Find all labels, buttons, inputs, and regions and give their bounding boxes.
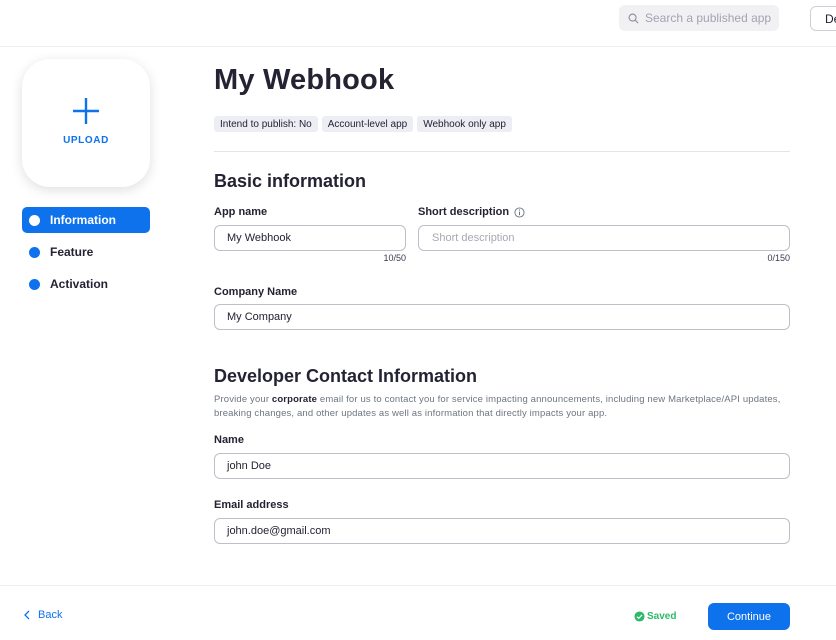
app-name-input[interactable]: My Webhook (214, 225, 406, 251)
tag-publish-intent: Intend to publish: No (214, 116, 318, 132)
app-name-label: App name (214, 206, 267, 218)
footer-divider (0, 585, 836, 586)
saved-status: Saved (634, 611, 676, 622)
company-name-label: Company Name (214, 286, 297, 298)
sidebar-item-feature[interactable]: Feature (22, 239, 150, 265)
developer-button[interactable]: De (810, 6, 836, 31)
info-icon[interactable] (514, 206, 525, 218)
sidebar-item-information[interactable]: Information (22, 207, 150, 233)
step-dot-icon (29, 246, 40, 258)
app-tags: Intend to publish: No Account-level app … (214, 116, 512, 132)
tag-account-level: Account-level app (321, 116, 414, 132)
tag-webhook-only: Webhook only app (417, 116, 512, 132)
short-description-label-text: Short description (418, 206, 510, 218)
basic-info-heading: Basic information (214, 171, 367, 191)
contact-name-input[interactable]: john Doe (214, 453, 790, 479)
sidebar-item-activation[interactable]: Activation (22, 271, 150, 297)
step-dot-icon (29, 278, 40, 290)
upload-label: UPLOAD (63, 134, 109, 146)
header-divider (214, 151, 790, 152)
sidebar-item-label: Information (50, 213, 116, 227)
page-title: My Webhook (214, 64, 395, 96)
contact-name-label: Name (214, 434, 244, 446)
search-placeholder: Search a published app (645, 11, 772, 25)
sidebar-item-label: Feature (50, 245, 94, 259)
company-name-label-text: Company Name (214, 286, 298, 298)
back-label: Back (38, 609, 63, 621)
email-address-label: Email address (214, 499, 289, 511)
developer-contact-description: Provide your corporate email for us to c… (214, 393, 794, 421)
sidebar-item-label: Activation (50, 277, 109, 291)
description-bold: corporate (271, 394, 318, 405)
short-description-counter: 0/150 (767, 253, 790, 263)
back-button[interactable]: Back (23, 609, 62, 621)
search-input[interactable]: Search a published app (619, 5, 779, 31)
plus-icon (73, 97, 99, 124)
search-icon (628, 13, 639, 23)
top-bar: Search a published app De (0, 0, 836, 47)
saved-label: Saved (647, 611, 677, 622)
sidebar-nav: Information Feature Activation (22, 207, 150, 303)
check-circle-icon (634, 611, 645, 622)
contact-name-label-text: Name (214, 434, 244, 446)
step-dot-icon (29, 214, 40, 226)
email-address-input[interactable]: john.doe@gmail.com (214, 518, 790, 544)
upload-app-icon-button[interactable]: UPLOAD (22, 59, 150, 187)
company-name-input[interactable]: My Company (214, 304, 790, 330)
app-name-counter: 10/50 (383, 253, 406, 263)
continue-button[interactable]: Continue (708, 603, 790, 630)
email-address-label-text: Email address (214, 499, 289, 511)
app-name-label-text: App name (214, 206, 268, 218)
developer-contact-heading: Developer Contact Information (214, 366, 478, 386)
short-description-input[interactable]: Short description (418, 225, 790, 251)
short-description-label: Short description (418, 206, 525, 218)
description-prefix: Provide your (214, 394, 272, 405)
chevron-left-icon (24, 610, 30, 620)
